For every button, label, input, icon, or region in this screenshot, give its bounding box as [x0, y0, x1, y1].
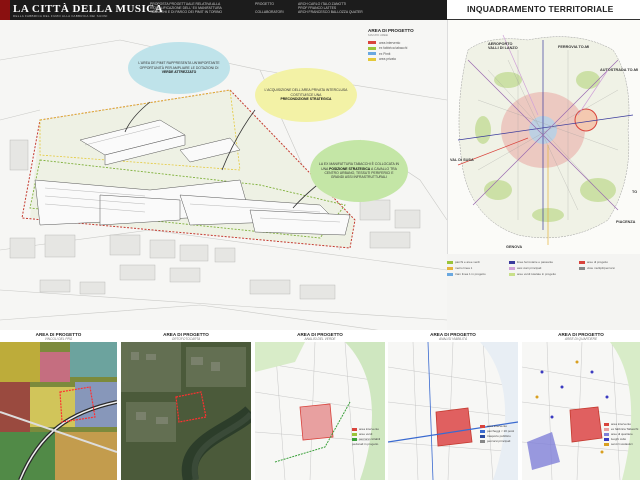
- panel-subtitle: ANALISI DEL VERDE: [304, 337, 336, 341]
- panel-subtitle: ORTOFOTOCARTA: [171, 337, 201, 341]
- section-title-box: INQUADRAMENTO TERRITORIALE: [447, 0, 640, 20]
- map-label-ferrovia: FERROVIA TO-MI: [558, 45, 590, 49]
- panel-viabilita: area intervento parcheggi < 20 posti tra…: [388, 342, 518, 480]
- panel-verde-legend: area intervento aree verdi percorsi cicl…: [352, 427, 385, 447]
- panel-ortofoto-heading: AREA DI PROGETTO ORTOFOTOCARTA: [121, 332, 251, 341]
- panel-prg: [0, 342, 117, 480]
- panel-quartiere: area intervento ex fabbrica Tabacchi are…: [522, 342, 640, 480]
- legend-item: linee ferroviarie e passante: [509, 260, 553, 264]
- panel-viabilita-heading: AREA DI PROGETTO ANALISI VIABILITÀ: [388, 332, 518, 341]
- legend-item: metro linea 1: [447, 266, 472, 270]
- section-title: INQUADRAMENTO TERRITORIALE: [467, 4, 614, 14]
- legend-item: percorsi principali: [480, 439, 514, 444]
- credits-names: ARCH CARLO ITALO ZANOTTI PROF FRANCO LAT…: [298, 2, 363, 15]
- map-label-to: TO: [632, 190, 638, 194]
- panel-viabilita-legend: area intervento parcheggi < 20 posti tra…: [480, 424, 514, 444]
- panel-quartiere-legend: area intervento ex fabbrica Tabacchi are…: [604, 422, 638, 447]
- project-area-legend: AREA DI PROGETTO MACRO AREE area interve…: [368, 28, 443, 88]
- logo-mark: [0, 0, 10, 20]
- annotation-bubble-precondizione: L'ACQUISIZIONE DELL'AREA PRIVATA INTERCL…: [255, 68, 357, 122]
- panel-subtitle: ANALISI VIABILITÀ: [439, 337, 467, 341]
- legend-subtitle: MACRO AREE: [368, 33, 389, 37]
- project-description: PROPOSTA PROGETTUALE RELATIVA ALLA RIQUA…: [150, 2, 223, 15]
- analysis-panels: area intervento aree verdi percorsi cicl…: [0, 342, 640, 480]
- page-subtitle: DELLA FABBRICA DEL FUMO ALLA FABBRICA DE…: [13, 14, 108, 18]
- legend-item: assi viari principali: [509, 266, 541, 270]
- panel-quartiere-map: [522, 342, 640, 480]
- panel-subtitle: AREE DI QUARTIERE: [564, 337, 598, 341]
- map-label-genova: GENOVA: [506, 245, 523, 249]
- map-label-piacenza: PIACENZA: [616, 220, 636, 224]
- map-label-autostrada: AUTOSTRADA TO-MI: [600, 68, 639, 72]
- credits-roles: PROGETTO COLLABORATORI: [255, 2, 284, 15]
- legend-item: percorsi ciclabili pedonali in progetto: [352, 437, 381, 446]
- legend-item: aree di progetto: [579, 260, 608, 264]
- panel-viabilita-map: [388, 342, 518, 480]
- territorial-legend: parchi e aree verdi linee ferroviarie e …: [447, 256, 640, 278]
- territorial-map-drawing: [457, 34, 634, 245]
- legend-item: viste multipli/percorsi: [579, 266, 615, 270]
- annotation-bubble-posizione: LA EX MANIFATTURA TABACCHI È COLLOCATA I…: [310, 140, 408, 202]
- legend-item: servizi scolastici: [604, 442, 638, 447]
- legend-item: area privata: [368, 57, 443, 63]
- map-label-aeroporto: AEROPORTO VALLI DI LANZO: [488, 42, 518, 51]
- panel-verde: area intervento aree verdi percorsi cicl…: [255, 342, 385, 480]
- legend-item: tram linea 1 in progetto: [447, 272, 486, 276]
- panel-subtitle: VINCOLI DEL PRG: [44, 337, 73, 341]
- legend-item: aree verdi tutelate in progetto: [509, 272, 556, 276]
- legend-item: parchi e aree verdi: [447, 260, 480, 264]
- map-label-valdisusa: VAL DI SUSA: [450, 158, 474, 162]
- territorial-map: AEROPORTO VALLI DI LANZO FERROVIA TO-MI …: [447, 20, 640, 254]
- panel-verde-map: [255, 342, 385, 480]
- panel-prg-heading: AREA DI PROGETTO VINCOLI DEL PRG: [0, 332, 117, 341]
- panel-quartiere-heading: AREA DI PROGETTO AREE DI QUARTIERE: [522, 332, 640, 341]
- panel-prg-map: [0, 342, 117, 480]
- panel-ortofoto-map: [121, 342, 251, 480]
- annotation-bubble-verde: L'AREA DE PIMIT RAPPRESENTA UN'IMPORTANT…: [128, 42, 230, 94]
- panel-verde-heading: AREA DI PROGETTO ANALISI DEL VERDE: [255, 332, 385, 341]
- panel-ortofoto: [121, 342, 251, 480]
